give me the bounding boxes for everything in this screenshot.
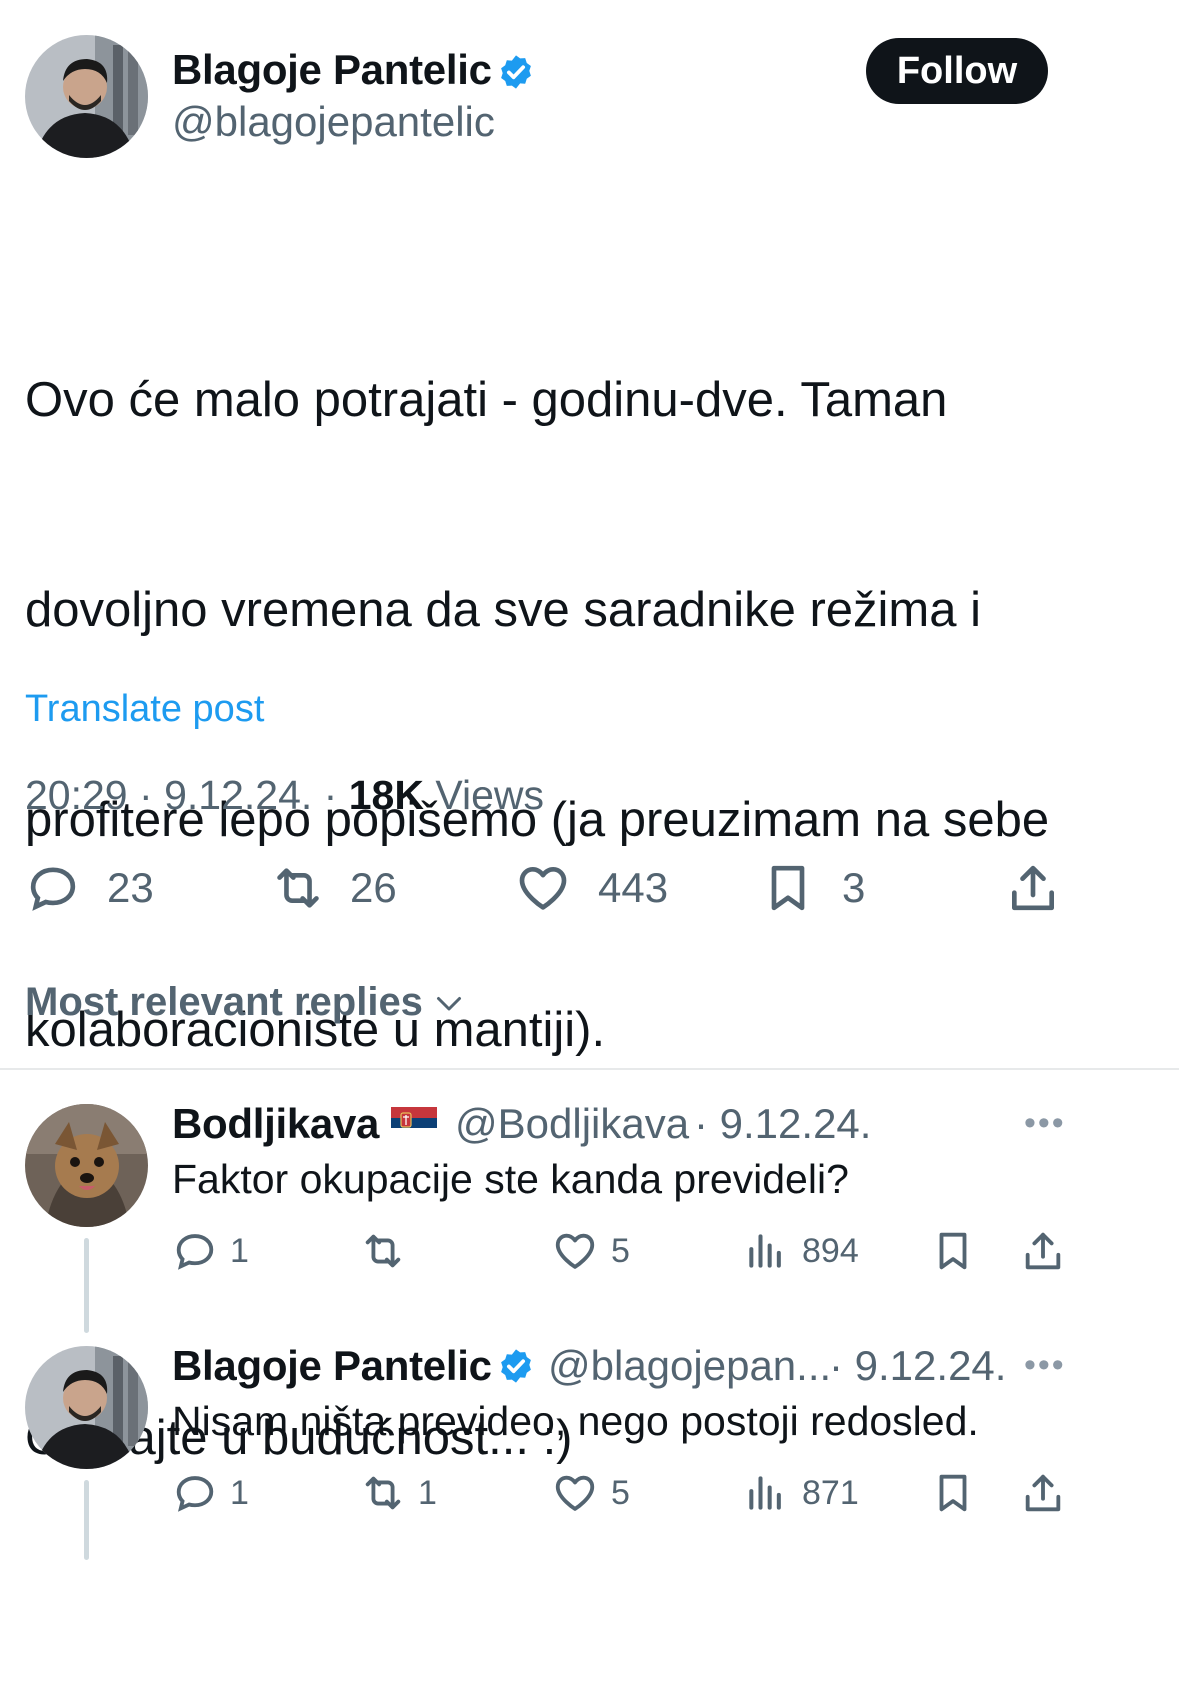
reply-repost-button[interactable]: 1 [358,1470,437,1516]
more-icon[interactable]: ••• [1024,1346,1066,1385]
meta-separator: · [323,772,338,818]
reply-reply-count: 1 [230,1473,249,1512]
reply-share-button[interactable] [1020,1228,1066,1274]
post-time[interactable]: 20:29 [25,772,128,818]
share-icon [1025,1232,1061,1270]
share-button[interactable] [1005,860,1061,916]
views-label: Views [435,772,544,818]
divider [0,1068,1179,1070]
reply-author-name[interactable]: Bodljikava [172,1100,379,1148]
reply-avatar[interactable] [25,1104,148,1227]
share-icon [1025,1474,1061,1512]
translate-post-link[interactable]: Translate post [25,688,264,731]
reply-author-handle[interactable]: @Bodljikava [455,1100,689,1148]
verified-icon [497,1347,535,1390]
reply-bookmark-button[interactable] [930,1470,976,1516]
like-icon [555,1233,595,1269]
like-icon [555,1475,595,1511]
chevron-down-icon [436,996,461,1010]
reply-share-button[interactable] [1020,1470,1066,1516]
views-icon [749,1234,781,1268]
post-meta: 20:29 · 9.12.24. · 18K Views [25,772,544,819]
reply-repost-button[interactable] [358,1228,418,1274]
reply-like-count: 5 [611,1473,630,1512]
reply-reply-button[interactable]: 1 [172,1228,249,1274]
post-text-line: dovoljno vremena da sve saradnike režima… [25,583,981,637]
reply-repost-count: 1 [418,1473,437,1512]
reply-text: Faktor okupacije ste kanda prevideli? [172,1156,849,1202]
reply-text: Nisam ništa prevideo, nego postoji redos… [172,1398,979,1444]
reply-icon [30,867,76,911]
reply-views-button[interactable]: 871 [744,1470,859,1516]
verified-icon [497,53,535,96]
author-name[interactable]: Blagoje Pantelic [172,46,492,94]
author-handle[interactable]: @blagojepantelic [172,98,495,146]
repost-icon [365,1476,401,1510]
like-count: 443 [598,864,669,911]
serbia-flag-icon [391,1107,437,1144]
reply-icon [176,1234,214,1270]
reply-date[interactable]: · 9.12.24. [694,1100,871,1148]
post-date[interactable]: 9.12.24. [164,772,312,818]
bookmark-button[interactable]: 3 [760,860,865,916]
thread-line [84,1480,89,1560]
reply-button[interactable]: 23 [25,860,154,916]
post-text-line: Ovo će malo potrajati - godinu-dve. Tama… [25,373,948,427]
bookmark-icon [939,1232,967,1270]
reply-like-count: 5 [611,1231,630,1270]
replies-sort-label: Most relevant replies [25,980,423,1024]
reply-author-handle[interactable]: @blagojepan... [548,1342,831,1390]
repost-icon [277,868,319,908]
replies-sort-dropdown[interactable]: Most relevant replies [25,980,467,1025]
like-icon [519,867,567,910]
author-avatar[interactable] [25,35,148,158]
bookmark-icon [771,865,805,911]
reply-avatar[interactable] [25,1346,148,1469]
reply-like-button[interactable]: 5 [551,1470,630,1516]
reply-views-button[interactable]: 894 [744,1228,859,1274]
reply-date[interactable]: · 9.12.24. [829,1342,1006,1390]
reply-icon [176,1476,214,1512]
repost-button[interactable]: 26 [268,860,397,916]
reply-views-count: 894 [802,1231,859,1270]
views-count: 18K [348,772,424,818]
views-icon [749,1476,781,1510]
share-icon [1012,865,1054,911]
thread-line [84,1238,89,1333]
bookmark-icon [939,1474,967,1512]
reply-reply-button[interactable]: 1 [172,1470,249,1516]
like-button[interactable]: 443 [514,860,668,916]
bookmark-count: 3 [842,864,866,911]
reply-reply-count: 1 [230,1231,249,1270]
follow-button[interactable]: Follow [866,38,1048,104]
repost-icon [365,1234,401,1268]
reply-author-name[interactable]: Blagoje Pantelic [172,1342,492,1390]
reply-count: 23 [107,864,154,911]
meta-separator: · [139,772,153,818]
reply-bookmark-button[interactable] [930,1228,976,1274]
repost-count: 26 [350,864,397,911]
reply-views-count: 871 [802,1473,859,1512]
more-icon[interactable]: ••• [1024,1104,1066,1143]
reply-like-button[interactable]: 5 [551,1228,630,1274]
